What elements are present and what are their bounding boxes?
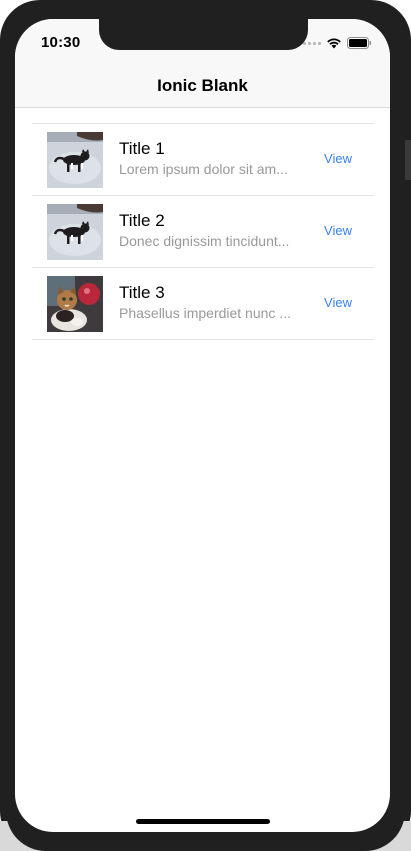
- thumbnail-image: [47, 204, 103, 260]
- item-title: Title 2: [119, 211, 165, 230]
- list-item[interactable]: Title 2 Donec dignissim tincidunt... Vie…: [32, 196, 374, 268]
- status-icons: [303, 37, 372, 49]
- item-description: Donec dignissim tincidunt...: [119, 233, 290, 249]
- home-indicator[interactable]: [136, 819, 270, 824]
- list-item[interactable]: Title 3 Phasellus imperdiet nunc ... Vie…: [32, 268, 374, 340]
- phone-screen: 10:30 Ionic Blank Title 1 Lorem ipsum do…: [15, 19, 390, 832]
- thumbnail-image: [47, 132, 103, 188]
- item-list: Title 1 Lorem ipsum dolor sit am... View: [32, 123, 374, 340]
- cat-photo-icon: [47, 132, 103, 188]
- item-title: Title 1: [119, 139, 165, 158]
- wifi-icon: [327, 38, 341, 49]
- cat-photo-icon: [47, 204, 103, 260]
- thumbnail-image: [47, 276, 103, 332]
- device-side-button: [405, 140, 411, 180]
- status-time: 10:30: [41, 34, 81, 51]
- list-item[interactable]: Title 1 Lorem ipsum dolor sit am... View: [32, 124, 374, 196]
- cellular-signal-icon: [303, 41, 321, 45]
- item-title: Title 3: [119, 283, 165, 302]
- device-notch: [99, 19, 308, 50]
- page-title: Ionic Blank: [157, 76, 248, 95]
- view-button[interactable]: View: [324, 295, 352, 310]
- view-button[interactable]: View: [324, 151, 352, 166]
- item-description: Lorem ipsum dolor sit am...: [119, 161, 288, 177]
- kitten-photo-icon: [47, 276, 103, 332]
- item-description: Phasellus imperdiet nunc ...: [119, 305, 291, 321]
- battery-icon: [347, 37, 372, 49]
- view-button[interactable]: View: [324, 223, 352, 238]
- toolbar: Ionic Blank: [15, 63, 390, 108]
